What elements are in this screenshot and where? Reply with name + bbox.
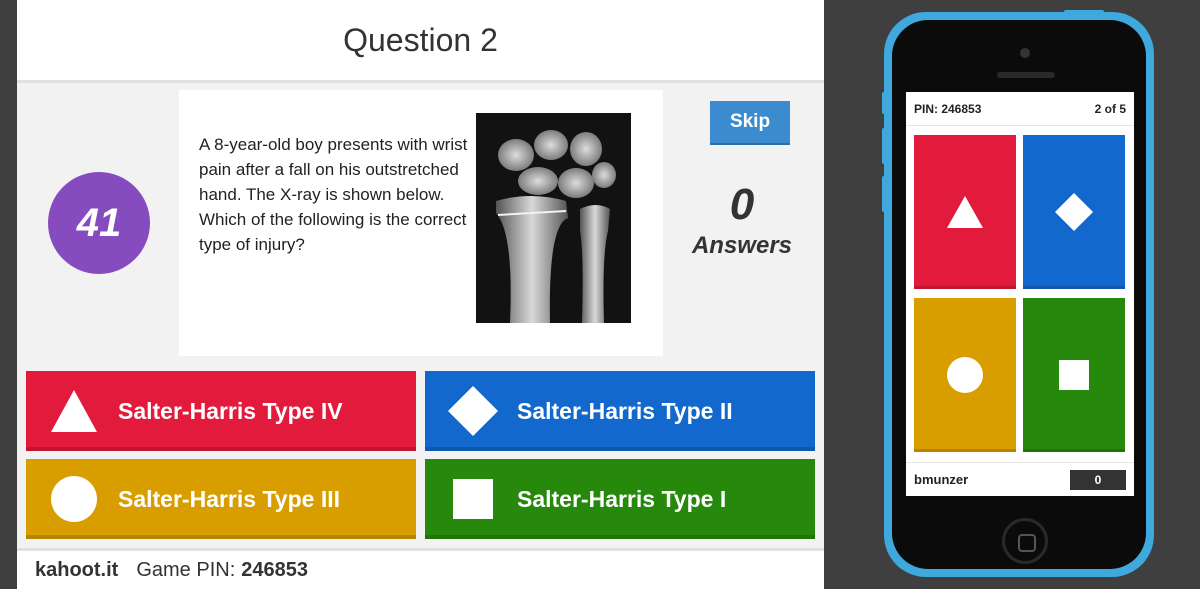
countdown-timer: 41 bbox=[48, 172, 150, 274]
phone-answer-circle[interactable] bbox=[914, 298, 1016, 452]
mute-switch bbox=[882, 92, 886, 114]
skip-button[interactable]: Skip bbox=[710, 101, 790, 143]
triangle-icon bbox=[48, 385, 100, 437]
answer-option-1[interactable]: Salter-Harris Type IV bbox=[26, 371, 416, 451]
phone-pin: PIN: 246853 bbox=[914, 101, 982, 116]
triangle-icon bbox=[947, 196, 983, 228]
question-progress: 2 of 5 bbox=[1094, 101, 1126, 116]
power-button bbox=[1064, 10, 1104, 14]
answer-label: Salter-Harris Type II bbox=[517, 397, 733, 424]
phone-header: PIN: 246853 2 of 5 bbox=[906, 92, 1134, 126]
game-pin-value: 246853 bbox=[241, 558, 309, 581]
home-button[interactable] bbox=[1002, 518, 1048, 564]
question-title: Question 2 bbox=[343, 21, 498, 58]
square-icon bbox=[447, 473, 499, 525]
answers-count-label: Answers bbox=[691, 232, 793, 259]
diamond-icon bbox=[447, 385, 499, 437]
game-screen: Question 2 41 A 8-year-old boy presents … bbox=[17, 0, 824, 589]
speaker-grille bbox=[997, 72, 1055, 78]
camera-icon bbox=[1020, 48, 1030, 58]
answer-label: Salter-Harris Type IV bbox=[118, 397, 343, 424]
square-icon bbox=[1059, 360, 1089, 390]
game-pin-label: Game PIN: bbox=[136, 558, 236, 581]
timer-value: 41 bbox=[76, 200, 122, 245]
answer-option-3[interactable]: Salter-Harris Type III bbox=[26, 459, 416, 539]
answers-counter: 0 Answers bbox=[677, 180, 807, 260]
circle-icon bbox=[48, 473, 100, 525]
question-text: A 8-year-old boy presents with wrist pai… bbox=[199, 135, 468, 254]
player-name: bmunzer bbox=[914, 472, 969, 487]
phone-answer-diamond[interactable] bbox=[1023, 135, 1125, 289]
answers-count-value: 0 bbox=[729, 180, 755, 229]
player-score: 0 bbox=[1070, 469, 1126, 490]
volume-up-button bbox=[882, 128, 886, 164]
phone-screen: PIN: 246853 2 of 5 bmunzer 0 bbox=[906, 92, 1134, 496]
answer-label: Salter-Harris Type I bbox=[517, 485, 727, 512]
diamond-icon bbox=[1055, 193, 1093, 231]
footer-bar: kahoot.it Game PIN: 246853 bbox=[17, 548, 824, 589]
answer-option-2[interactable]: Salter-Harris Type II bbox=[425, 371, 815, 451]
question-card: A 8-year-old boy presents with wrist pai… bbox=[179, 90, 663, 356]
volume-down-button bbox=[882, 176, 886, 212]
circle-icon bbox=[947, 357, 983, 393]
answer-option-4[interactable]: Salter-Harris Type I bbox=[425, 459, 815, 539]
brand-link[interactable]: kahoot.it bbox=[35, 559, 118, 582]
phone-answer-square[interactable] bbox=[1023, 298, 1125, 452]
phone-answer-triangle[interactable] bbox=[914, 135, 1016, 289]
answer-label: Salter-Harris Type III bbox=[118, 485, 340, 512]
question-header: Question 2 bbox=[17, 0, 824, 83]
xray-image bbox=[476, 113, 631, 323]
phone-footer: bmunzer 0 bbox=[906, 462, 1134, 496]
